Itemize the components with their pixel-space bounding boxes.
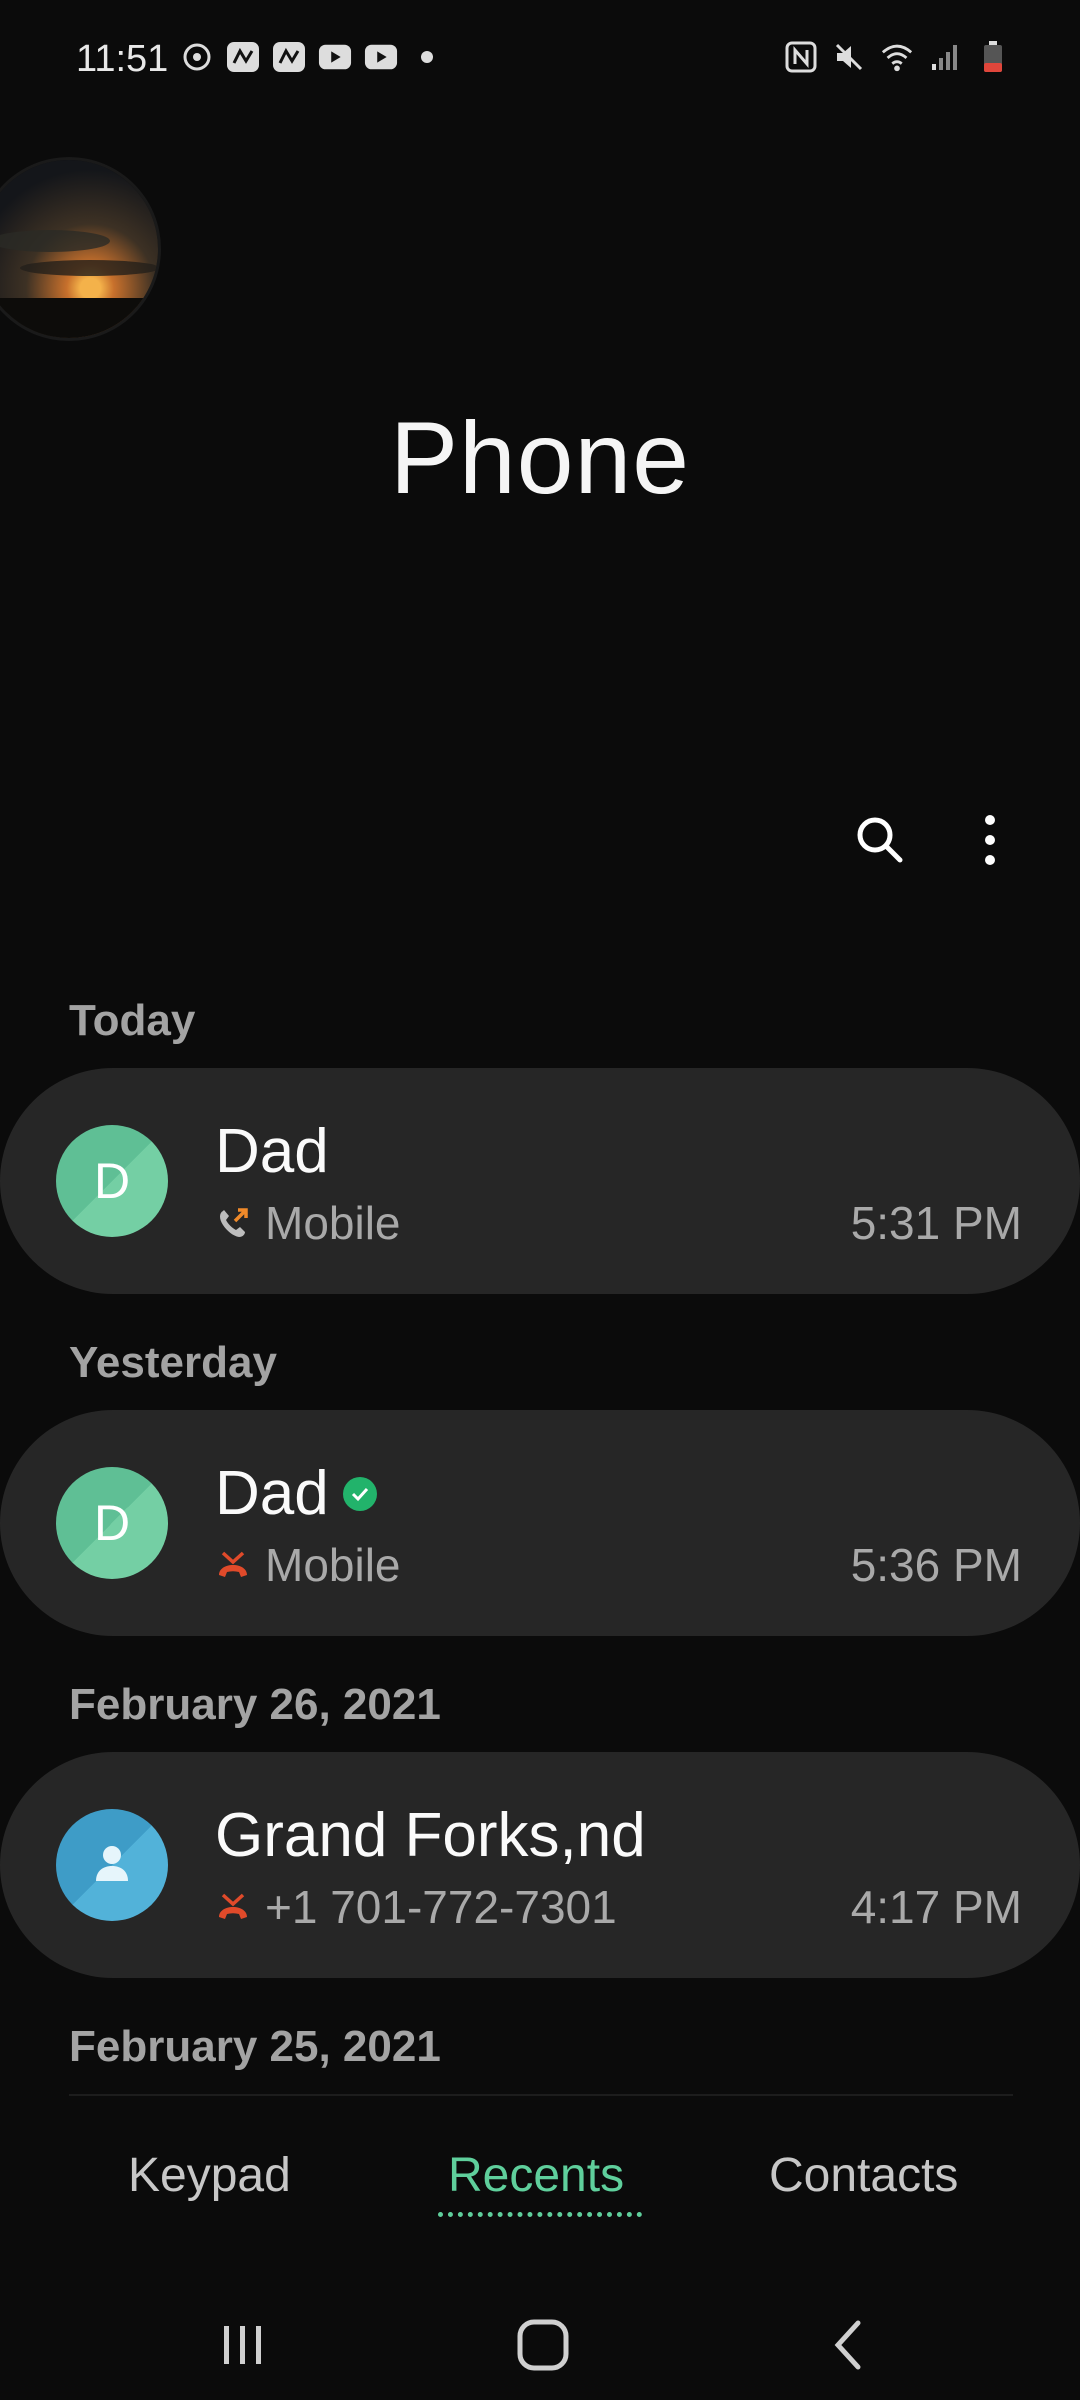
section-header-yesterday: Yesterday bbox=[69, 1338, 277, 1387]
call-log-item[interactable]: Grand Forks,nd +1 701-772-7301 4:17 PM bbox=[0, 1752, 1080, 1978]
dot-icon bbox=[410, 42, 444, 72]
wifi-icon bbox=[880, 42, 914, 72]
recent-apps-icon bbox=[224, 2326, 261, 2364]
youtube-icon bbox=[364, 42, 398, 72]
section-header-date: February 25, 2021 bbox=[69, 2022, 441, 2071]
contact-avatar bbox=[56, 1809, 168, 1921]
profile-picture[interactable] bbox=[0, 160, 158, 338]
call-details: +1 701-772-7301 bbox=[215, 1880, 617, 1934]
call-detail-label: Mobile bbox=[265, 1539, 401, 1591]
mute-icon bbox=[832, 42, 866, 72]
missed-call-icon bbox=[219, 1551, 247, 1577]
more-options-button[interactable] bbox=[950, 800, 1030, 880]
call-log-item[interactable]: D Dad Mobile 5:31 PM bbox=[0, 1068, 1080, 1294]
call-time: 5:36 PM bbox=[850, 1539, 1022, 1591]
more-options-icon bbox=[985, 815, 995, 865]
person-icon bbox=[96, 1846, 128, 1881]
navigation-bar bbox=[0, 2280, 1080, 2400]
home-icon bbox=[517, 2319, 569, 2371]
phone-number: +1 701-772-7301 bbox=[265, 1881, 617, 1933]
contact-name: Dad bbox=[215, 1459, 329, 1528]
battery-low-icon bbox=[976, 41, 1010, 72]
signal-icon bbox=[928, 42, 962, 72]
section-header-date: February 26, 2021 bbox=[69, 1680, 441, 1729]
system-icons bbox=[784, 41, 1010, 73]
contact-name: Dad bbox=[215, 1117, 329, 1186]
section-header-today: Today bbox=[69, 996, 196, 1045]
bottom-tab-bar: Keypad Recents Contacts bbox=[0, 2120, 1080, 2240]
call-log-item[interactable]: D Dad Mobile 5:36 PM bbox=[0, 1410, 1080, 1636]
call-details: Mobile bbox=[215, 1196, 401, 1250]
youtube-icon bbox=[318, 42, 352, 72]
contact-avatar: D bbox=[56, 1125, 168, 1237]
search-button[interactable] bbox=[840, 800, 920, 880]
divider bbox=[69, 2094, 1013, 2096]
back-button[interactable] bbox=[808, 2310, 888, 2380]
contact-avatar: D bbox=[56, 1467, 168, 1579]
avatar-letter: D bbox=[93, 1153, 131, 1209]
avatar-letter: D bbox=[93, 1495, 131, 1551]
contact-name-row: Dad bbox=[215, 1116, 329, 1187]
contact-name: Grand Forks,nd bbox=[215, 1801, 646, 1870]
notification-icons bbox=[180, 42, 444, 72]
app-notification-icon bbox=[272, 42, 306, 72]
outgoing-call-icon bbox=[220, 1208, 248, 1237]
active-tab-indicator bbox=[438, 2212, 642, 2217]
status-bar: 11:51 bbox=[0, 0, 1080, 120]
tab-keypad[interactable]: Keypad bbox=[128, 2148, 291, 2203]
app-notification-icon bbox=[226, 42, 260, 72]
recent-apps-button[interactable] bbox=[203, 2310, 283, 2380]
call-details: Mobile bbox=[215, 1538, 401, 1592]
nfc-icon bbox=[784, 41, 818, 73]
tab-recents[interactable]: Recents bbox=[448, 2148, 624, 2203]
call-time: 4:17 PM bbox=[850, 1881, 1022, 1933]
sync-icon bbox=[180, 42, 214, 72]
missed-call-icon bbox=[219, 1893, 247, 1919]
back-icon bbox=[834, 2320, 861, 2370]
home-button[interactable] bbox=[503, 2310, 583, 2380]
search-icon bbox=[857, 817, 903, 863]
call-time: 5:31 PM bbox=[850, 1197, 1022, 1249]
verified-icon bbox=[342, 1476, 377, 1511]
tab-contacts[interactable]: Contacts bbox=[769, 2148, 958, 2203]
page-title: Phone bbox=[390, 401, 690, 515]
contact-name-row: Dad bbox=[215, 1458, 377, 1529]
status-time: 11:51 bbox=[76, 38, 169, 80]
call-detail-label: Mobile bbox=[265, 1197, 401, 1249]
contact-name-row: Grand Forks,nd bbox=[215, 1800, 646, 1871]
